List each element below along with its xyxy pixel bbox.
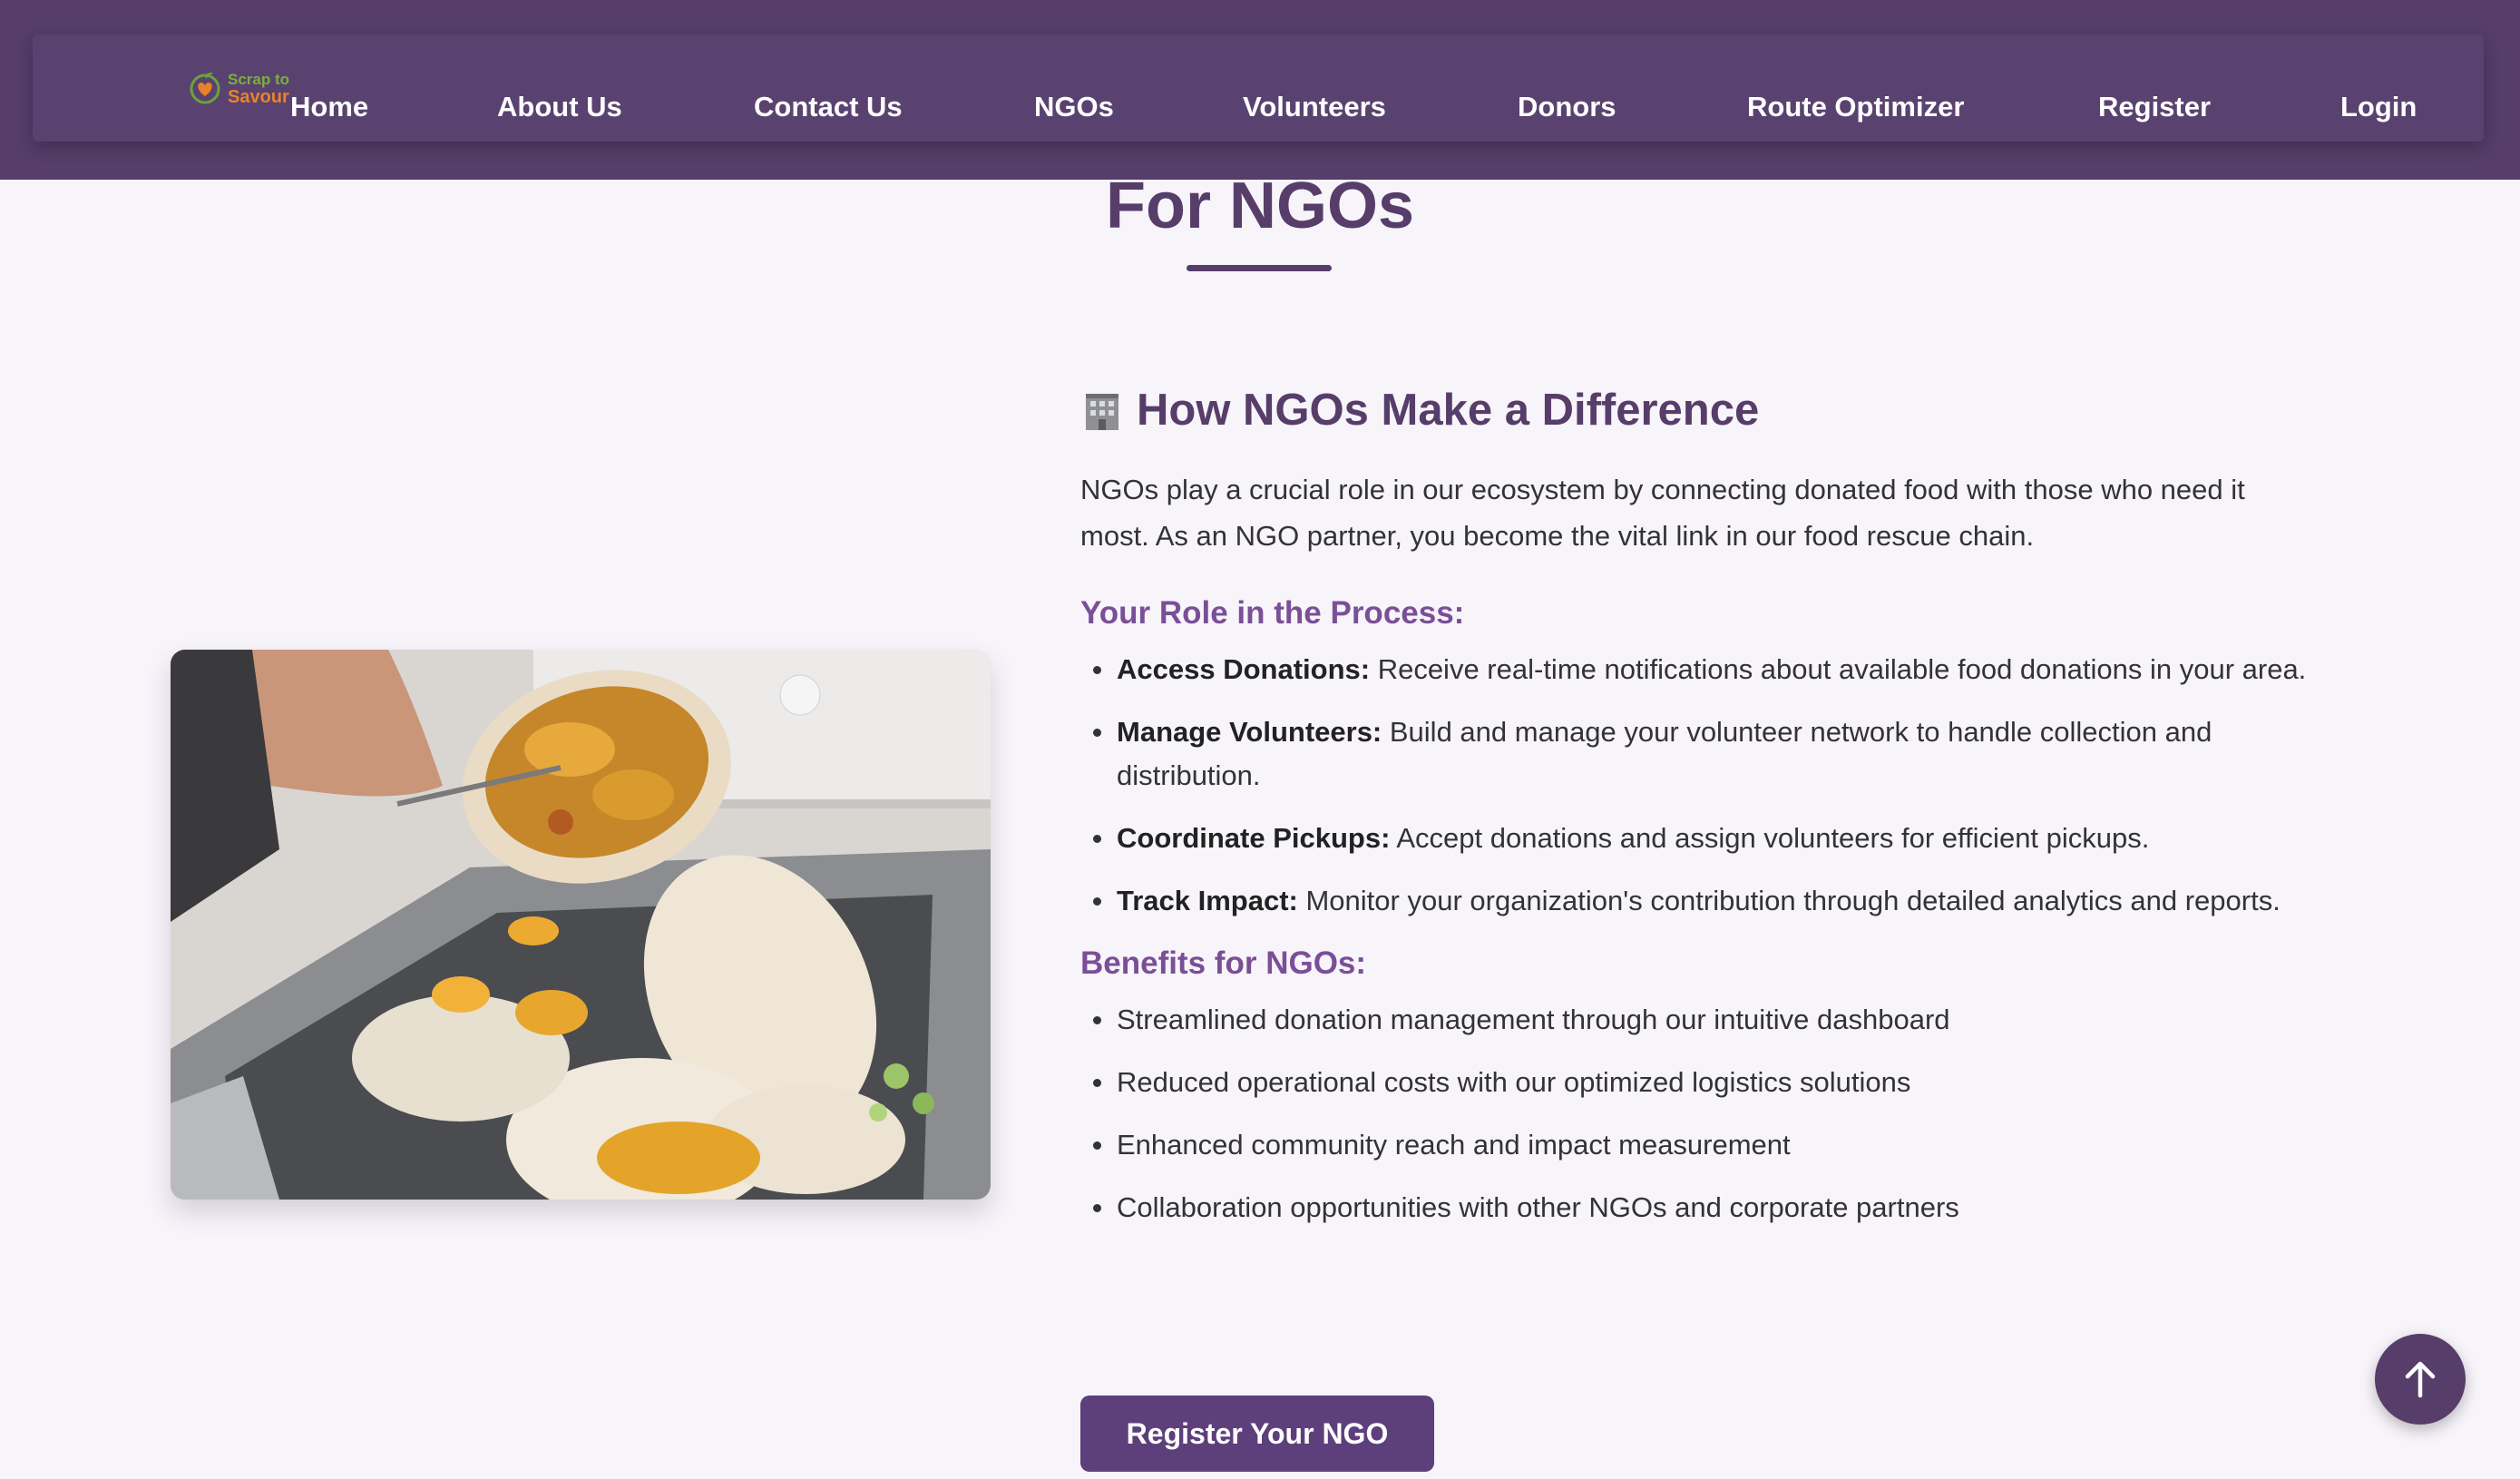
register-ngo-button[interactable]: Register Your NGO — [1080, 1396, 1434, 1472]
role-heading: Your Role in the Process: — [1080, 595, 1465, 631]
title-underline — [1187, 265, 1332, 271]
item-text: Accept donations and assign volunteers f… — [1390, 822, 2150, 854]
nav-login[interactable]: Login — [2340, 91, 2417, 123]
list-item: Coordinate Pickups: Accept donations and… — [1080, 817, 2314, 860]
nav-route-optimizer[interactable]: Route Optimizer — [1747, 91, 1964, 123]
nav-register[interactable]: Register — [2098, 91, 2211, 123]
list-item: Track Impact: Monitor your organization'… — [1080, 879, 2314, 923]
list-item: Collaboration opportunities with other N… — [1080, 1186, 2314, 1229]
ngo-info-section: How NGOs Make a Difference NGOs play a c… — [1080, 363, 2314, 1249]
navigation-bar: Scrap to Savour Home About Us Contact Us… — [33, 34, 2484, 142]
section-heading: How NGOs Make a Difference — [1080, 363, 2314, 457]
nav-ngos[interactable]: NGOs — [1034, 91, 1114, 123]
nav-donors[interactable]: Donors — [1518, 91, 1617, 123]
arrow-up-icon — [2405, 1361, 2436, 1398]
item-label: Coordinate Pickups: — [1117, 822, 1391, 854]
logo-text-top: Scrap to — [228, 71, 290, 88]
nav-volunteers[interactable]: Volunteers — [1243, 91, 1386, 123]
item-label: Manage Volunteers: — [1117, 716, 1382, 748]
nav-contact-us[interactable]: Contact Us — [754, 91, 903, 123]
item-text: Monitor your organization's contribution… — [1297, 885, 2281, 916]
nav-about-us[interactable]: About Us — [497, 91, 622, 123]
item-label: Access Donations: — [1117, 653, 1371, 685]
scroll-to-top-button[interactable] — [2375, 1334, 2466, 1425]
logo-text-bottom: Savour — [228, 87, 289, 107]
list-item: Reduced operational costs with our optim… — [1080, 1061, 2314, 1104]
building-icon — [1086, 394, 1118, 430]
role-list: Access Donations: Receive real-time noti… — [1080, 648, 2314, 923]
list-item: Enhanced community reach and impact meas… — [1080, 1123, 2314, 1167]
food-waste-photo — [171, 650, 991, 1200]
section-heading-text: How NGOs Make a Difference — [1137, 386, 1760, 435]
list-item: Streamlined donation management through … — [1080, 998, 2314, 1042]
list-item: Manage Volunteers: Build and manage your… — [1080, 710, 2314, 798]
site-logo[interactable]: Scrap to Savour — [187, 67, 296, 113]
heart-leaf-icon — [190, 73, 220, 104]
header-bar: Scrap to Savour Home About Us Contact Us… — [0, 0, 2520, 180]
item-label: Track Impact: — [1117, 885, 1298, 916]
benefits-list: Streamlined donation management through … — [1080, 998, 2314, 1229]
nav-home[interactable]: Home — [290, 91, 368, 123]
benefits-heading: Benefits for NGOs: — [1080, 945, 1367, 981]
item-text: Receive real-time notifications about av… — [1370, 653, 2307, 685]
intro-paragraph: NGOs play a crucial role in our ecosyste… — [1080, 474, 2245, 552]
list-item: Access Donations: Receive real-time noti… — [1080, 648, 2314, 691]
page-title: For NGOs — [1105, 170, 1415, 242]
